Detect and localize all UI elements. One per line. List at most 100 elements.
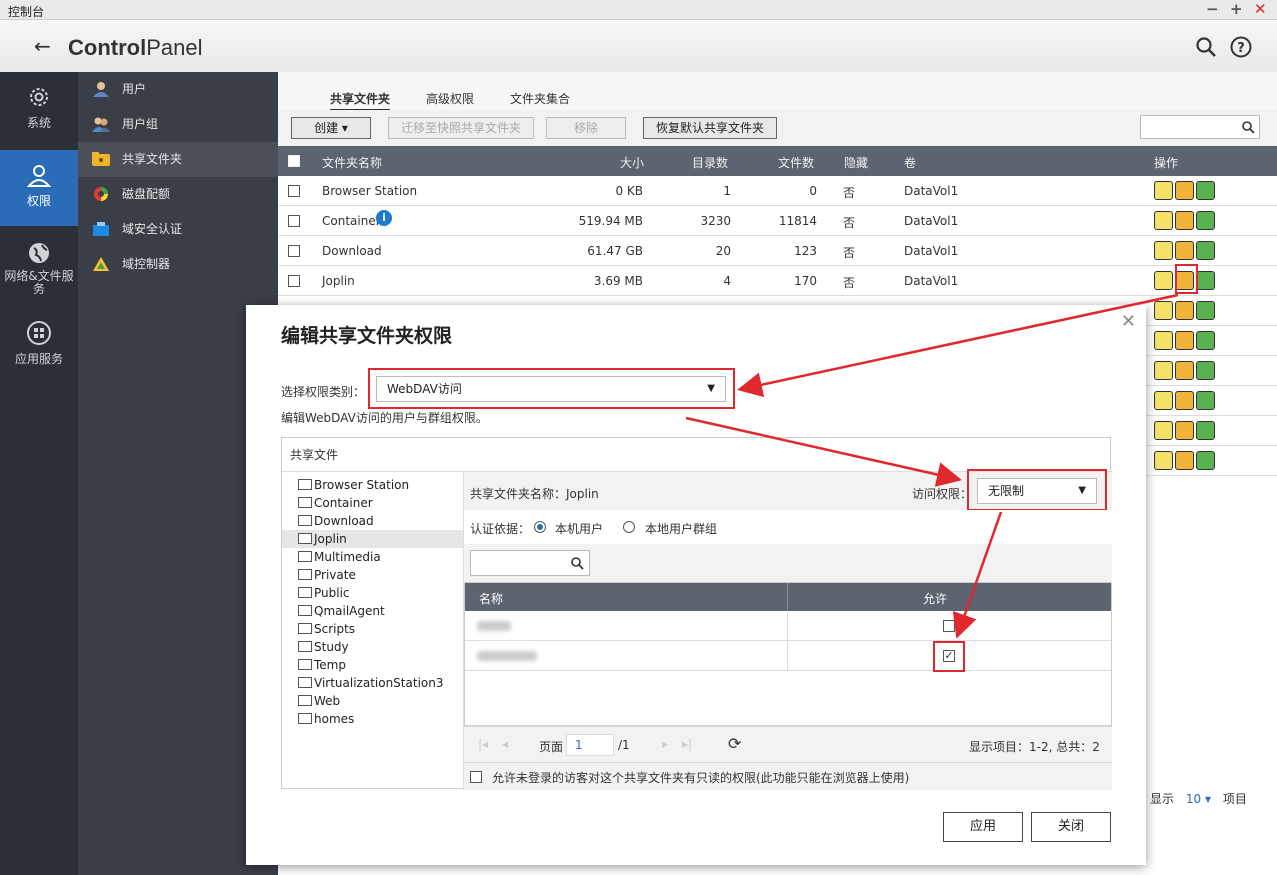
- row-checkbox[interactable]: [288, 245, 300, 257]
- edit-permissions-icon[interactable]: [1175, 421, 1194, 440]
- tree-node[interactable]: Download: [298, 512, 374, 530]
- col-hidden[interactable]: 隐藏: [844, 154, 868, 171]
- tree-node[interactable]: Study: [298, 638, 349, 656]
- edit-permissions-icon[interactable]: [1175, 301, 1194, 320]
- refresh-folder-icon[interactable]: [1196, 361, 1215, 380]
- refresh-folder-icon[interactable]: [1196, 391, 1215, 410]
- allow-checkbox[interactable]: [943, 620, 955, 632]
- auth-local-user-radio[interactable]: [534, 521, 546, 533]
- refresh-folder-icon[interactable]: [1196, 331, 1215, 350]
- user-search-input[interactable]: [470, 550, 590, 576]
- close-button[interactable]: 关闭: [1031, 812, 1111, 842]
- tree-node[interactable]: Container: [298, 494, 373, 512]
- close-window-icon[interactable]: ✕: [1254, 0, 1267, 18]
- cell-hidden: 否: [843, 186, 856, 200]
- tree-node[interactable]: Joplin: [282, 530, 463, 548]
- tree-node[interactable]: Public: [298, 584, 350, 602]
- refresh-folder-icon[interactable]: [1196, 451, 1215, 470]
- edit-properties-icon[interactable]: [1154, 391, 1173, 410]
- col-volume[interactable]: 卷: [904, 154, 916, 171]
- table-row[interactable]: Joplin 3.69 MB 4 170 否 DataVol1: [278, 266, 1277, 296]
- tree-node[interactable]: Browser Station: [298, 476, 409, 494]
- help-icon[interactable]: ?: [1230, 36, 1252, 58]
- refresh-folder-icon[interactable]: [1196, 181, 1215, 200]
- tree-node[interactable]: homes: [298, 710, 354, 728]
- col-dirs[interactable]: 目录数: [692, 154, 728, 171]
- page-size-control[interactable]: 显示 10 ▾ 项目: [1150, 790, 1247, 807]
- tree-node[interactable]: Web: [298, 692, 340, 710]
- edit-properties-icon[interactable]: [1154, 211, 1173, 230]
- create-button[interactable]: 创建 ▾: [291, 117, 371, 139]
- refresh-folder-icon[interactable]: [1196, 211, 1215, 230]
- tree-node[interactable]: Private: [298, 566, 356, 584]
- next-page-icon[interactable]: ▸: [662, 737, 668, 751]
- tree-node[interactable]: QmailAgent: [298, 602, 385, 620]
- row-checkbox[interactable]: [288, 275, 300, 287]
- folder-search-input[interactable]: [1140, 115, 1260, 139]
- last-page-icon[interactable]: ▸|: [682, 737, 692, 751]
- nav-network-file[interactable]: 网络&文件服务: [0, 228, 78, 312]
- edit-permissions-icon[interactable]: [1175, 361, 1194, 380]
- sub-item-users[interactable]: 用户: [78, 72, 278, 107]
- prev-page-icon[interactable]: ◂: [502, 737, 508, 751]
- tree-node[interactable]: Temp: [298, 656, 346, 674]
- tree-node[interactable]: Multimedia: [298, 548, 381, 566]
- remove-button[interactable]: 移除: [546, 117, 626, 139]
- nav-permissions[interactable]: 权限: [0, 150, 78, 226]
- edit-properties-icon[interactable]: [1154, 421, 1173, 440]
- edit-properties-icon[interactable]: [1154, 301, 1173, 320]
- edit-properties-icon[interactable]: [1154, 271, 1173, 290]
- tree-node[interactable]: Scripts: [298, 620, 355, 638]
- apply-button[interactable]: 应用: [943, 812, 1023, 842]
- col-files[interactable]: 文件数: [778, 154, 814, 171]
- sub-item-disk-quota[interactable]: 磁盘配额: [78, 177, 278, 212]
- restore-default-button[interactable]: 恢复默认共享文件夹: [643, 117, 777, 139]
- row-checkbox[interactable]: [288, 185, 300, 197]
- table-row[interactable]: Browser Station 0 KB 1 0 否 DataVol1: [278, 176, 1277, 206]
- dialog-close-icon[interactable]: ✕: [1121, 311, 1136, 332]
- row-checkbox[interactable]: [288, 215, 300, 227]
- edit-properties-icon[interactable]: [1154, 361, 1173, 380]
- tree-node[interactable]: VirtualizationStation3: [298, 674, 443, 692]
- maximize-icon[interactable]: +: [1230, 0, 1243, 18]
- page-input[interactable]: 1: [566, 734, 614, 756]
- tab-shared-folders[interactable]: 共享文件夹: [330, 90, 391, 112]
- col-name[interactable]: 文件夹名称: [322, 154, 382, 171]
- sub-item-groups[interactable]: 用户组: [78, 107, 278, 142]
- back-arrow-icon[interactable]: ←: [34, 34, 51, 58]
- edit-permissions-icon[interactable]: [1175, 331, 1194, 350]
- table-row[interactable]: Download 61.47 GB 20 123 否 DataVol1: [278, 236, 1277, 266]
- sub-item-domain-controller[interactable]: 域控制器: [78, 247, 278, 282]
- refresh-icon[interactable]: ⟳: [728, 734, 741, 753]
- edit-permissions-icon[interactable]: [1175, 391, 1194, 410]
- edit-properties-icon[interactable]: [1154, 181, 1173, 200]
- tab-advanced-permissions[interactable]: 高级权限: [426, 90, 474, 107]
- refresh-folder-icon[interactable]: [1196, 241, 1215, 260]
- edit-permissions-icon[interactable]: [1175, 181, 1194, 200]
- minimize-icon[interactable]: −: [1206, 0, 1219, 18]
- edit-properties-icon[interactable]: [1154, 241, 1173, 260]
- info-icon[interactable]: i: [376, 210, 392, 226]
- edit-permissions-icon[interactable]: [1175, 451, 1194, 470]
- search-icon[interactable]: [1195, 36, 1217, 58]
- sub-item-shared-folders[interactable]: 共享文件夹: [78, 142, 278, 177]
- edit-properties-icon[interactable]: [1154, 451, 1173, 470]
- sub-item-domain-security[interactable]: 域安全认证: [78, 212, 278, 247]
- edit-permissions-icon[interactable]: [1175, 271, 1194, 290]
- tab-folder-aggregation[interactable]: 文件夹集合: [510, 90, 570, 107]
- auth-local-group-radio[interactable]: [623, 521, 635, 533]
- table-row[interactable]: Container 519.94 MB 3230 11814 否 DataVol1 i: [278, 206, 1277, 236]
- guest-access-checkbox[interactable]: [470, 771, 482, 783]
- edit-permissions-icon[interactable]: [1175, 241, 1194, 260]
- first-page-icon[interactable]: |◂: [478, 737, 488, 751]
- migrate-snapshot-button[interactable]: 迁移至快照共享文件夹: [388, 117, 534, 139]
- refresh-folder-icon[interactable]: [1196, 301, 1215, 320]
- nav-system[interactable]: 系统: [0, 72, 78, 148]
- edit-properties-icon[interactable]: [1154, 331, 1173, 350]
- select-all-checkbox[interactable]: [288, 155, 300, 167]
- refresh-folder-icon[interactable]: [1196, 271, 1215, 290]
- nav-app-services[interactable]: 应用服务: [0, 308, 78, 384]
- col-size[interactable]: 大小: [620, 154, 644, 171]
- edit-permissions-icon[interactable]: [1175, 211, 1194, 230]
- refresh-folder-icon[interactable]: [1196, 421, 1215, 440]
